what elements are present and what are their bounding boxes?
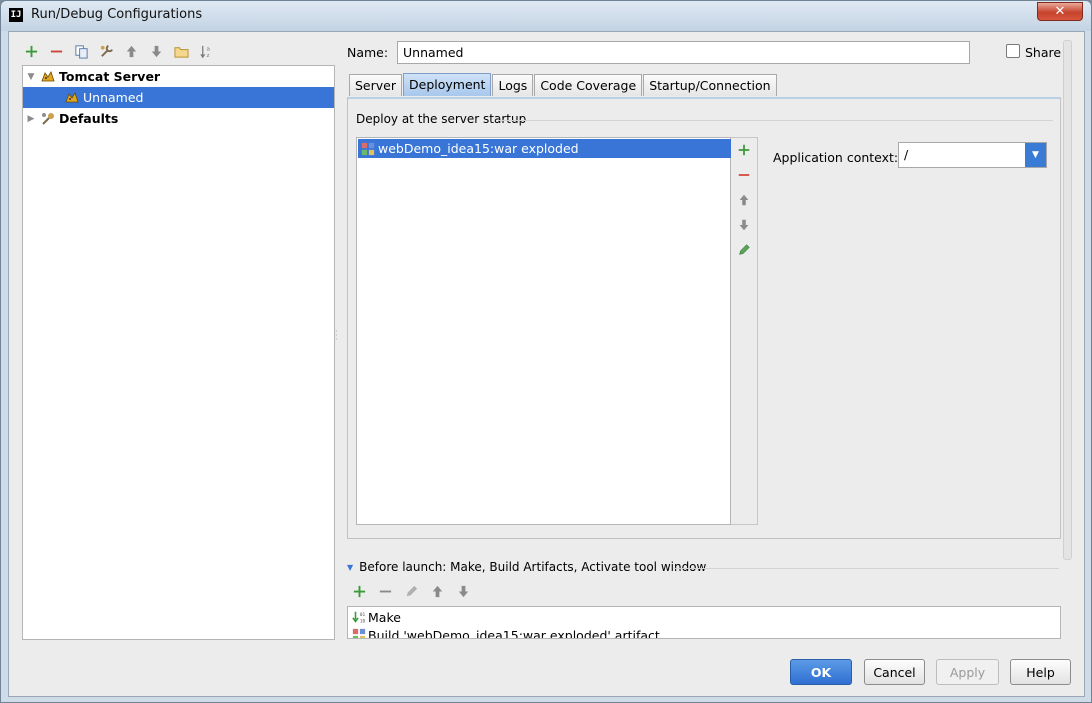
deployment-item-label: webDemo_idea15:war exploded bbox=[378, 141, 579, 156]
tab-startup-connection[interactable]: Startup/Connection bbox=[643, 74, 777, 96]
before-launch-toolbar bbox=[351, 583, 472, 600]
move-down-icon[interactable] bbox=[736, 217, 752, 233]
window-title: Run/Debug Configurations bbox=[31, 7, 203, 22]
add-icon[interactable] bbox=[351, 583, 368, 600]
remove-icon[interactable] bbox=[377, 583, 394, 600]
before-launch-item-make[interactable]: 01 10 Make bbox=[350, 608, 401, 626]
dialog-content: az ▼ Tomcat Server Unnamed ▶ Defaults · … bbox=[8, 31, 1085, 697]
name-label: Name: bbox=[347, 45, 389, 60]
section-divider bbox=[674, 568, 1059, 569]
tomcat-icon bbox=[39, 69, 57, 85]
remove-icon[interactable] bbox=[736, 167, 752, 183]
section-divider bbox=[498, 120, 1053, 121]
tree-item-label: Defaults bbox=[59, 111, 119, 126]
before-launch-title: Before launch: Make, Build Artifacts, Ac… bbox=[359, 560, 707, 574]
edit-icon[interactable] bbox=[736, 242, 752, 258]
vertical-scrollbar[interactable] bbox=[1063, 40, 1072, 560]
application-context-value: / bbox=[904, 147, 909, 162]
before-launch-item-label: Make bbox=[368, 609, 401, 625]
splitter-handle[interactable]: · · · bbox=[335, 328, 339, 344]
tree-item-unnamed[interactable]: Unnamed bbox=[23, 87, 334, 108]
share-label: Share bbox=[1025, 45, 1062, 60]
move-up-icon[interactable] bbox=[429, 583, 446, 600]
artifact-icon bbox=[358, 141, 378, 157]
run-debug-dialog: IJ Run/Debug Configurations ✕ a z ▼ Tomc… bbox=[0, 0, 1092, 703]
apply-button[interactable]: Apply bbox=[936, 659, 999, 685]
deploy-section-title: Deploy at the server startup bbox=[356, 112, 527, 126]
make-icon: 01 10 bbox=[350, 609, 368, 625]
tomcat-icon bbox=[63, 90, 81, 106]
application-context-combo[interactable]: / ▼ bbox=[898, 142, 1047, 168]
expanded-arrow-icon[interactable]: ▼ bbox=[23, 72, 39, 82]
before-launch-item-label: Build 'webDemo_idea15:war exploded' arti… bbox=[368, 627, 660, 639]
sort-az-icon[interactable]: az bbox=[198, 43, 215, 60]
add-icon[interactable] bbox=[23, 43, 40, 60]
copy-icon[interactable] bbox=[73, 43, 90, 60]
tab-deployment[interactable]: Deployment bbox=[403, 73, 492, 96]
tab-code-coverage[interactable]: Code Coverage bbox=[534, 74, 643, 96]
add-icon[interactable] bbox=[736, 142, 752, 158]
deployment-toolbar bbox=[731, 137, 758, 525]
move-down-icon[interactable] bbox=[455, 583, 472, 600]
title-bar[interactable]: IJ Run/Debug Configurations ✕ bbox=[1, 1, 1091, 31]
config-tabs: Server Deployment Logs Code Coverage Sta… bbox=[349, 73, 778, 96]
intellij-icon: IJ bbox=[9, 8, 23, 22]
before-launch-list[interactable]: 01 10 Make Build 'webDemo_idea15:war expl… bbox=[347, 606, 1061, 639]
deployment-list[interactable]: webDemo_idea15:war exploded bbox=[356, 137, 731, 525]
svg-text:z: z bbox=[207, 53, 210, 59]
configurations-toolbar: az bbox=[23, 40, 215, 62]
remove-icon[interactable] bbox=[48, 43, 65, 60]
collapse-triangle-icon[interactable]: ▼ bbox=[347, 563, 353, 572]
wrench-icon bbox=[39, 111, 57, 127]
artifact-icon bbox=[350, 627, 368, 638]
help-button[interactable]: Help bbox=[1010, 659, 1071, 685]
deployment-panel: Deploy at the server startup webDemo_ide… bbox=[347, 97, 1061, 539]
wrench-icon[interactable] bbox=[98, 43, 115, 60]
move-up-icon[interactable] bbox=[123, 43, 140, 60]
move-down-icon[interactable] bbox=[148, 43, 165, 60]
svg-text:01: 01 bbox=[360, 612, 366, 618]
tree-item-label: Unnamed bbox=[83, 90, 144, 105]
deployment-item[interactable]: webDemo_idea15:war exploded bbox=[358, 139, 731, 158]
cancel-button[interactable]: Cancel bbox=[864, 659, 925, 685]
folder-icon[interactable] bbox=[173, 43, 190, 60]
close-button[interactable]: ✕ bbox=[1037, 2, 1083, 21]
svg-text:10: 10 bbox=[360, 618, 366, 624]
tab-server[interactable]: Server bbox=[349, 74, 402, 96]
before-launch-item-build-artifact[interactable]: Build 'webDemo_idea15:war exploded' arti… bbox=[350, 626, 660, 639]
share-checkbox[interactable] bbox=[1006, 44, 1020, 58]
chevron-down-icon[interactable]: ▼ bbox=[1025, 143, 1046, 167]
ok-button[interactable]: OK bbox=[790, 659, 852, 685]
tree-item-label: Tomcat Server bbox=[59, 69, 161, 84]
tree-item-tomcat-server[interactable]: ▼ Tomcat Server bbox=[23, 66, 334, 87]
collapsed-arrow-icon[interactable]: ▶ bbox=[23, 114, 39, 124]
name-field[interactable] bbox=[397, 41, 970, 64]
svg-text:a: a bbox=[207, 46, 210, 52]
tab-logs[interactable]: Logs bbox=[492, 74, 534, 96]
tree-item-defaults[interactable]: ▶ Defaults bbox=[23, 108, 334, 129]
move-up-icon[interactable] bbox=[736, 192, 752, 208]
edit-icon[interactable] bbox=[403, 583, 420, 600]
before-launch-header[interactable]: ▼ Before launch: Make, Build Artifacts, … bbox=[347, 560, 706, 574]
application-context-label: Application context: bbox=[773, 150, 899, 165]
configurations-tree[interactable]: ▼ Tomcat Server Unnamed ▶ Defaults bbox=[22, 65, 335, 640]
